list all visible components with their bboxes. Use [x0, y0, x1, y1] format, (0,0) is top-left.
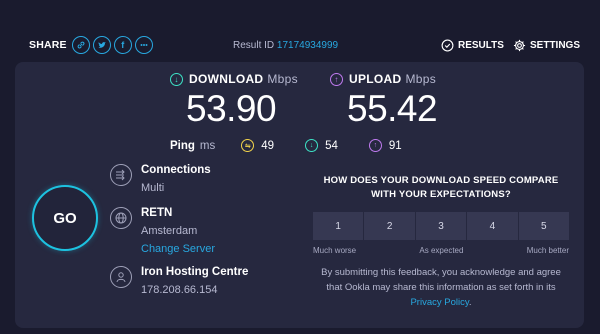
upload-value: 55.42 — [347, 88, 438, 129]
download-arrow-icon: ↓ — [170, 72, 183, 86]
globe-icon — [110, 207, 132, 229]
rating-scale: 1 2 3 4 5 — [313, 212, 570, 240]
connections-title: Connections — [141, 164, 211, 176]
connections-value: Multi — [141, 182, 165, 194]
ping-label: Ping — [170, 139, 195, 152]
results-panel: ↓ DOWNLOAD Mbps 53.90 ↑ UPLOAD Mbps 55.4… — [15, 62, 584, 328]
settings-label: SETTINGS — [530, 40, 581, 51]
survey-question: HOW DOES YOUR DOWNLOAD SPEED COMPARE WIT… — [323, 175, 559, 200]
host-name: Iron Hosting Centre — [141, 266, 249, 278]
upload-arrow-icon: ↑ — [330, 72, 343, 86]
feedback-note-text: By submitting this feedback, you acknowl… — [321, 267, 561, 293]
download-latency: ↓ 54 — [305, 139, 338, 152]
rating-option-5[interactable]: 5 — [518, 212, 570, 240]
download-latency-value: 54 — [325, 139, 338, 152]
result-id: Result ID 17174934999 — [233, 40, 338, 51]
feedback-note-end: . — [468, 297, 472, 308]
go-label: GO — [53, 209, 77, 227]
change-server-link[interactable]: Change Server — [141, 243, 215, 255]
upload-unit: Mbps — [405, 72, 437, 86]
share-label: SHARE — [29, 39, 67, 51]
upload-latency-value: 91 — [388, 139, 402, 152]
feedback-survey: HOW DOES YOUR DOWNLOAD SPEED COMPARE WIT… — [313, 174, 570, 310]
connections-icon — [110, 164, 132, 186]
results-link[interactable]: RESULTS — [441, 39, 504, 52]
gear-icon — [513, 39, 526, 52]
server-info: RETN Amsterdam Change Server — [110, 207, 215, 255]
idle-latency-icon: ⇋ — [241, 139, 255, 152]
scale-low-label: Much worse — [313, 246, 357, 255]
result-id-link[interactable]: 17174934999 — [277, 40, 338, 51]
link-icon[interactable] — [71, 36, 90, 54]
upload-latency: ↑ 91 — [368, 139, 402, 152]
upload-latency-icon: ↑ — [368, 139, 382, 152]
download-value: 53.90 — [186, 88, 277, 129]
feedback-note: By submitting this feedback, you acknowl… — [313, 265, 569, 310]
rating-option-4[interactable]: 4 — [467, 212, 519, 240]
top-bar: SHARE f Result ID 17174934999 RESULTS SE… — [0, 0, 600, 62]
result-id-label: Result ID — [233, 40, 275, 51]
host-info: Iron Hosting Centre 178.208.66.154 — [110, 266, 248, 296]
upload-header: ↑ UPLOAD Mbps — [330, 72, 437, 86]
upload-label: UPLOAD — [349, 72, 402, 86]
ping-unit: ms — [199, 139, 216, 152]
upload-speed: ↑ UPLOAD Mbps 55.42 — [330, 72, 438, 130]
server-location: Amsterdam — [141, 225, 198, 237]
results-label: RESULTS — [458, 40, 504, 51]
idle-latency-value: 49 — [261, 139, 275, 152]
user-icon — [110, 266, 132, 288]
download-latency-icon: ↓ — [305, 139, 319, 152]
settings-link[interactable]: SETTINGS — [513, 39, 580, 52]
download-header: ↓ DOWNLOAD Mbps — [170, 72, 298, 86]
go-button[interactable]: GO — [32, 185, 98, 251]
scale-labels: Much worse As expected Much better — [313, 246, 569, 255]
facebook-icon[interactable]: f — [113, 36, 132, 54]
scale-high-label: Much better — [526, 246, 569, 255]
download-label: DOWNLOAD — [189, 72, 264, 86]
twitter-icon[interactable] — [92, 36, 111, 54]
privacy-policy-link[interactable]: Privacy Policy — [410, 297, 468, 308]
rating-option-3[interactable]: 3 — [415, 212, 468, 240]
scale-mid-label: As expected — [419, 246, 464, 255]
connections-info: Connections Multi — [110, 164, 211, 194]
host-ip: 178.208.66.154 — [141, 284, 218, 296]
more-icon[interactable] — [134, 36, 153, 54]
ping-row: Ping ms ⇋ 49 ↓ 54 ↑ 91 — [170, 139, 433, 152]
idle-latency: ⇋ 49 — [241, 139, 274, 152]
rating-option-2[interactable]: 2 — [364, 212, 416, 240]
download-unit: Mbps — [267, 72, 298, 86]
check-circle-icon — [441, 39, 454, 52]
server-name: RETN — [141, 207, 173, 219]
rating-option-1[interactable]: 1 — [313, 212, 365, 240]
share-group: SHARE f — [29, 36, 156, 54]
download-speed: ↓ DOWNLOAD Mbps 53.90 — [170, 72, 298, 130]
